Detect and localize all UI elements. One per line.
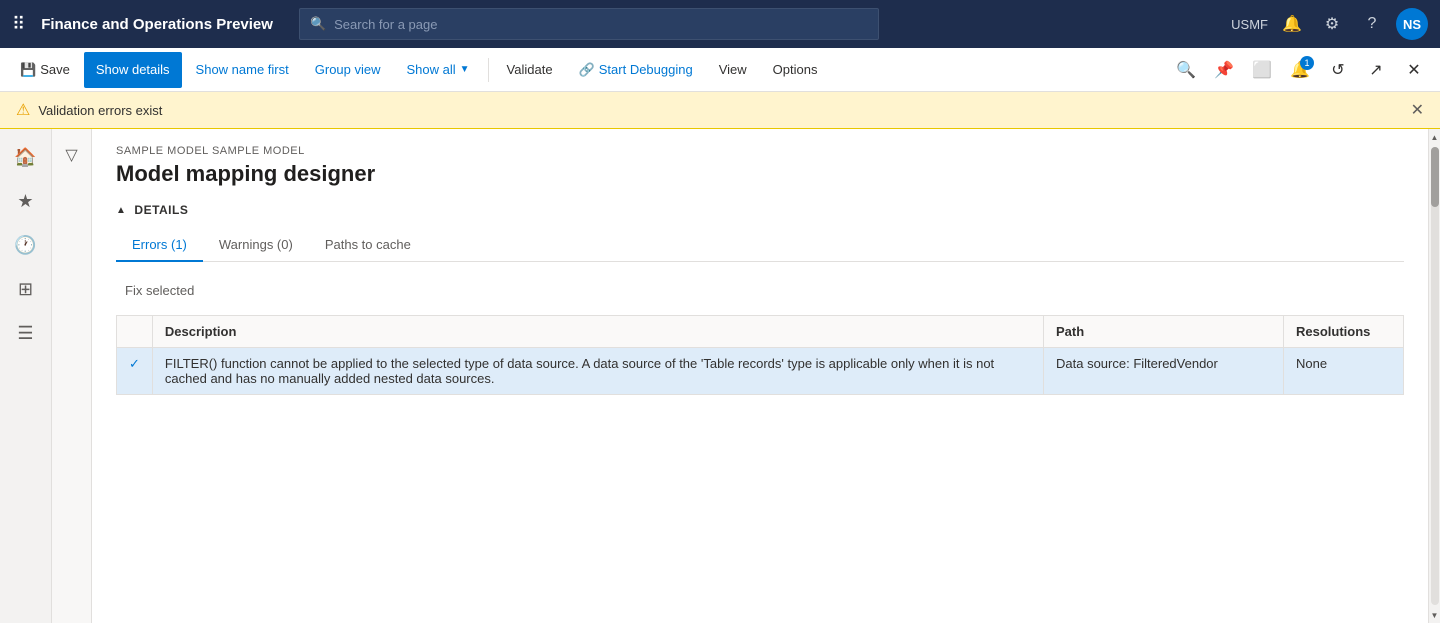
sidebar-workspaces-icon[interactable]: ⊞ [6, 269, 46, 309]
sidebar-list-icon[interactable]: ☰ [6, 313, 46, 353]
filter-icon[interactable]: ▽ [65, 145, 77, 165]
row-description-cell: FILTER() function cannot be applied to t… [152, 348, 1043, 395]
collapse-arrow-icon[interactable]: ▲ [116, 205, 126, 216]
tab-errors[interactable]: Errors (1) [116, 229, 203, 262]
page-title: Model mapping designer [116, 161, 1404, 187]
sidebar-favorites-icon[interactable]: ★ [6, 181, 46, 221]
app-title: Finance and Operations Preview [41, 16, 273, 33]
pin-button[interactable]: 📌 [1206, 52, 1242, 88]
top-nav-right: USMF 🔔 ⚙ ? NS [1231, 8, 1428, 40]
fix-selected-button[interactable]: Fix selected [116, 278, 203, 303]
help-button[interactable]: ? [1356, 8, 1388, 40]
user-label: USMF [1231, 17, 1268, 32]
validate-button[interactable]: Validate [495, 52, 565, 88]
avatar[interactable]: NS [1396, 8, 1428, 40]
scroll-up-arrow[interactable]: ▲ [1429, 129, 1440, 145]
toolbar: 💾 Save Show details Show name first Grou… [0, 48, 1440, 92]
notification-close-button[interactable]: ✕ [1411, 100, 1424, 120]
row-path-cell: Data source: FilteredVendor [1044, 348, 1284, 395]
options-button[interactable]: Options [761, 52, 830, 88]
table-row[interactable]: ✓ FILTER() function cannot be applied to… [117, 348, 1404, 395]
filter-panel: ▽ [52, 129, 92, 623]
errors-table: Description Path Resolutions ✓ F [116, 315, 1404, 395]
scroll-thumb[interactable] [1431, 147, 1439, 207]
save-button[interactable]: 💾 Save [8, 52, 82, 88]
table-header-description[interactable]: Description [152, 316, 1043, 348]
sidebar-home-icon[interactable]: 🏠 [6, 137, 46, 177]
group-view-button[interactable]: Group view [303, 52, 393, 88]
table-header-check [117, 316, 153, 348]
checkbox-icon: ✓ [129, 356, 140, 371]
table-header-resolutions[interactable]: Resolutions [1284, 316, 1404, 348]
open-external-button[interactable]: ↗ [1358, 52, 1394, 88]
details-tabs: Errors (1) Warnings (0) Paths to cache [116, 229, 1404, 262]
close-button[interactable]: ✕ [1396, 52, 1432, 88]
grid-icon[interactable]: ⠿ [12, 14, 25, 35]
sidebar-recent-icon[interactable]: 🕐 [6, 225, 46, 265]
show-all-button[interactable]: Show all ▼ [395, 52, 482, 88]
show-details-button[interactable]: Show details [84, 52, 182, 88]
main-layout: 🏠 ★ 🕐 ⊞ ☰ ▽ SAMPLE MODEL SAMPLE MODEL Mo… [0, 129, 1440, 623]
expand-button[interactable]: ⬜ [1244, 52, 1280, 88]
view-button[interactable]: View [707, 52, 759, 88]
breadcrumb: SAMPLE MODEL SAMPLE MODEL [116, 145, 1404, 157]
content-area: SAMPLE MODEL SAMPLE MODEL Model mapping … [92, 129, 1428, 623]
show-name-first-button[interactable]: Show name first [184, 52, 301, 88]
tab-warnings[interactable]: Warnings (0) [203, 229, 309, 262]
chevron-down-icon: ▼ [460, 64, 470, 75]
notification-bar: ⚠ Validation errors exist ✕ [0, 92, 1440, 129]
start-debugging-button[interactable]: 🔗 Start Debugging [567, 52, 705, 88]
right-scrollbar[interactable]: ▲ ▼ [1428, 129, 1440, 623]
notification-bell-button[interactable]: 🔔 [1276, 8, 1308, 40]
tab-paths-to-cache[interactable]: Paths to cache [309, 229, 427, 262]
details-section-header: ▲ DETAILS [116, 203, 1404, 217]
refresh-button[interactable]: ↺ [1320, 52, 1356, 88]
left-sidebar: 🏠 ★ 🕐 ⊞ ☰ [0, 129, 52, 623]
save-icon: 💾 [20, 62, 36, 78]
top-nav-bar: ⠿ Finance and Operations Preview 🔍 USMF … [0, 0, 1440, 48]
scroll-track[interactable] [1431, 147, 1439, 605]
debug-icon: 🔗 [579, 62, 595, 78]
warning-icon: ⚠ [16, 100, 30, 120]
settings-button[interactable]: ⚙ [1316, 8, 1348, 40]
notification-message: Validation errors exist [38, 103, 162, 118]
search-input[interactable] [334, 17, 868, 32]
toolbar-divider [488, 58, 489, 82]
notification-count-button[interactable]: 🔔1 [1282, 52, 1318, 88]
row-resolutions-cell: None [1284, 348, 1404, 395]
search-bar[interactable]: 🔍 [299, 8, 879, 40]
search-icon: 🔍 [310, 16, 326, 32]
scroll-down-arrow[interactable]: ▼ [1429, 607, 1440, 623]
table-header-path[interactable]: Path [1044, 316, 1284, 348]
search-toolbar-button[interactable]: 🔍 [1168, 52, 1204, 88]
row-checkbox-cell[interactable]: ✓ [117, 348, 153, 395]
